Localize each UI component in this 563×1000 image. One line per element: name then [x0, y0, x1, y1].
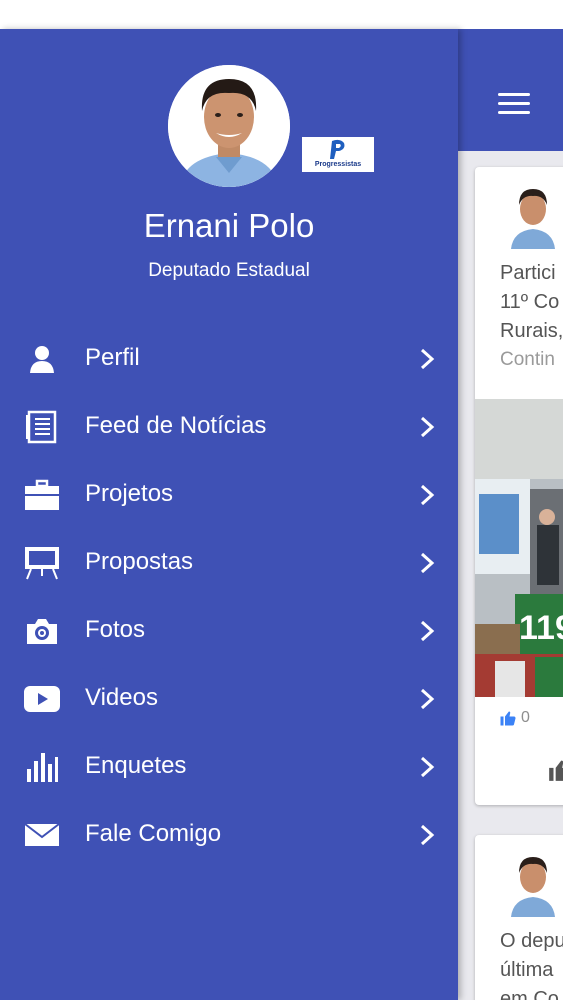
status-bar [0, 0, 563, 29]
presentation-board-icon [22, 543, 62, 583]
menu-item-label: Perfil [85, 344, 140, 371]
menu-item-label: Videos [85, 684, 158, 711]
like-count: 0 [499, 709, 530, 727]
profile-name: Ernani Polo [143, 207, 315, 244]
chevron-right-icon [420, 348, 435, 370]
profile-photo [168, 65, 290, 187]
like-count-value: 0 [521, 709, 530, 726]
post-snippet: Partici 11º Co Rurais, [500, 262, 563, 342]
navigation-drawer: Progressistas Ernani Polo Deputado Estad… [0, 29, 458, 1000]
play-video-icon [22, 679, 62, 719]
post-photo: 119 [475, 399, 563, 697]
menu-item-label: Enquetes [85, 752, 187, 779]
feed-post-card[interactable]: Partici 11º Co Rurais, Contin 119 0 [475, 167, 563, 805]
author-avatar [505, 179, 561, 249]
bar-chart-icon [22, 747, 62, 787]
news-feed-icon [22, 407, 62, 447]
party-logo: Progressistas [302, 137, 374, 172]
hamburger-menu-icon[interactable] [498, 93, 532, 115]
menu-item-label: Propostas [85, 548, 194, 575]
menu-item-fotos[interactable]: Fotos [0, 597, 458, 665]
menu-item-enquetes[interactable]: Enquetes [0, 733, 458, 801]
chevron-right-icon [420, 756, 435, 778]
chevron-right-icon [420, 824, 435, 846]
chevron-right-icon [420, 416, 435, 438]
menu-item-projetos[interactable]: Projetos [0, 461, 458, 529]
menu-item-feed-de-noticias[interactable]: Feed de Notícias [0, 393, 458, 461]
profile-role: Deputado Estadual [148, 260, 310, 281]
menu-item-label: Fotos [85, 616, 146, 643]
svg-text:119: 119 [519, 609, 563, 647]
chevron-right-icon [420, 688, 435, 710]
news-feed-content: Partici 11º Co Rurais, Contin 119 0 [458, 29, 563, 1000]
menu-item-fale-comigo[interactable]: Fale Comigo [0, 801, 458, 869]
chevron-right-icon [420, 484, 435, 506]
party-logo-text: Progressistas [314, 161, 362, 168]
camera-icon [22, 611, 62, 651]
menu-item-perfil[interactable]: Perfil [0, 325, 458, 393]
like-button-icon[interactable] [547, 757, 563, 783]
menu-item-videos[interactable]: Videos [0, 665, 458, 733]
menu-item-propostas[interactable]: Propostas [0, 529, 458, 597]
menu-item-label: Projetos [85, 480, 174, 507]
feed-post-card[interactable]: O depu última em Co [475, 835, 563, 1000]
envelope-icon [22, 815, 62, 855]
app-bar [458, 29, 563, 151]
thumbs-up-icon [500, 711, 516, 726]
author-avatar [505, 847, 561, 917]
continue-reading-link[interactable]: Contin [500, 349, 555, 371]
menu-item-label: Feed de Notícias [85, 412, 267, 439]
chevron-right-icon [420, 552, 435, 574]
party-logo-icon [330, 139, 345, 159]
post-snippet: O depu última em Co [500, 930, 563, 1000]
person-icon [22, 339, 62, 379]
briefcase-icon [22, 475, 62, 515]
chevron-right-icon [420, 620, 435, 642]
menu-item-label: Fale Comigo [85, 820, 222, 847]
